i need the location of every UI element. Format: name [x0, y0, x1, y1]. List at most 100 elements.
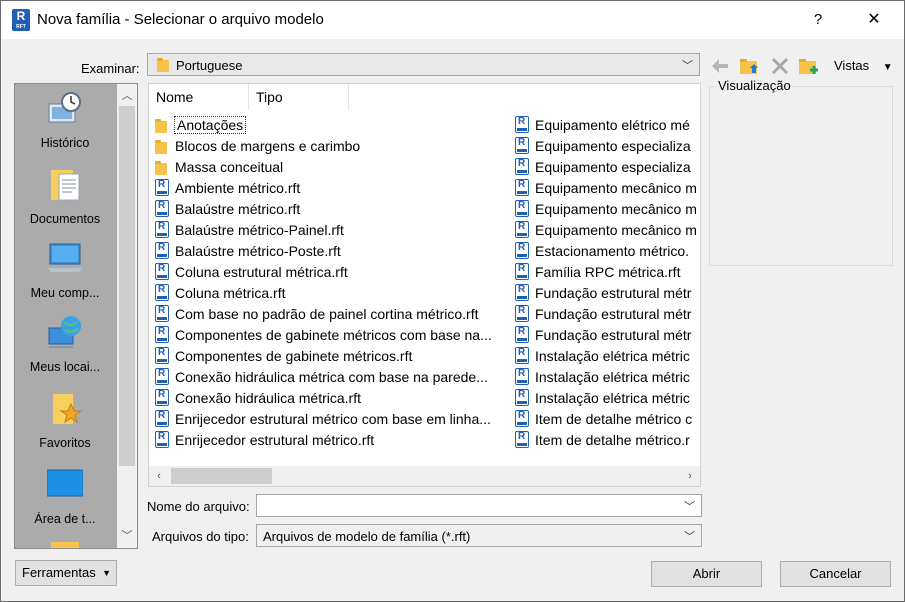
back-arrow-icon[interactable]: [709, 56, 731, 76]
rft-file-icon: [155, 263, 171, 281]
file-list-item[interactable]: Instalação elétrica métric: [515, 346, 700, 366]
file-name: Instalação elétrica métric: [535, 369, 690, 385]
file-name: Anotações: [173, 116, 247, 134]
title-bar: R RFT Nova família - Selecionar o arquivo…: [1, 1, 904, 39]
file-list-item[interactable]: Anotações: [155, 115, 511, 135]
file-list-item[interactable]: Fundação estrutural métr: [515, 283, 700, 303]
cancel-button[interactable]: Cancelar: [780, 561, 891, 587]
open-button[interactable]: Abrir: [651, 561, 762, 587]
file-name: Balaústre métrico-Painel.rft: [175, 222, 344, 238]
file-list-item[interactable]: Balaústre métrico-Poste.rft: [155, 241, 511, 261]
lookin-combobox[interactable]: Portuguese ﹀: [147, 53, 700, 76]
file-list-item[interactable]: Fundação estrutural métr: [515, 304, 700, 324]
close-button[interactable]: ✕: [861, 8, 887, 32]
rft-file-icon: [155, 326, 171, 344]
file-list-item[interactable]: Item de detalhe métrico c: [515, 409, 700, 429]
file-list-item[interactable]: Enrijecedor estrutural métrico com base …: [155, 409, 511, 429]
scrollbar-thumb[interactable]: [119, 106, 135, 466]
rft-file-icon: [515, 431, 531, 449]
places-bar: Histórico Documentos Meu comp... Meus lo…: [14, 83, 138, 549]
file-list-item[interactable]: Componentes de gabinete métricos com bas…: [155, 325, 511, 345]
place-label: Histórico: [40, 136, 90, 150]
file-list-item[interactable]: Balaústre métrico-Painel.rft: [155, 220, 511, 240]
new-folder-icon[interactable]: [798, 56, 820, 76]
places-scrollbar[interactable]: ︿ ﹀: [117, 84, 137, 548]
file-list-item[interactable]: Balaústre métrico.rft: [155, 199, 511, 219]
rft-file-icon: [515, 305, 531, 323]
rft-file-icon: [155, 347, 171, 365]
computer-icon: [47, 240, 83, 276]
rft-file-icon: [155, 284, 171, 302]
favorites-icon: [47, 390, 83, 426]
file-name: Fundação estrutural métr: [535, 306, 692, 322]
file-name: Instalação elétrica métric: [535, 348, 690, 364]
lookin-label: Examinar:: [81, 61, 140, 76]
place-documents[interactable]: Documentos: [15, 166, 115, 226]
file-list-item[interactable]: Blocos de margens e carimbo: [155, 136, 511, 156]
rft-file-icon: [155, 368, 171, 386]
file-name: Coluna estrutural métrica.rft: [175, 264, 348, 280]
help-button[interactable]: ?: [806, 8, 830, 32]
dropdown-arrow-icon: ▼: [102, 568, 111, 578]
file-list-item[interactable]: Equipamento elétrico mé: [515, 115, 700, 135]
up-folder-icon[interactable]: [739, 56, 761, 76]
rft-file-icon: [515, 284, 531, 302]
chevron-down-icon: ﹀: [684, 531, 695, 543]
place-computer[interactable]: Meu comp...: [15, 240, 115, 300]
file-list-item[interactable]: Equipamento especializa: [515, 136, 700, 156]
file-list-item[interactable]: Instalação elétrica métric: [515, 367, 700, 387]
scroll-left-icon[interactable]: ‹: [149, 466, 169, 486]
tools-menu-button[interactable]: Ferramentas ▼: [15, 560, 117, 586]
rft-file-icon: [515, 263, 531, 281]
scrollbar-thumb[interactable]: [171, 468, 272, 484]
file-list-item[interactable]: Enrijecedor estrutural métrico.rft: [155, 430, 511, 450]
file-list-item[interactable]: Ambiente métrico.rft: [155, 178, 511, 198]
place-label: Área de t...: [34, 512, 96, 526]
rft-file-icon: [155, 242, 171, 260]
file-list-item[interactable]: Conexão hidráulica métrica com base na p…: [155, 367, 511, 387]
place-desktop[interactable]: Área de t...: [15, 466, 115, 526]
file-list-item[interactable]: Item de detalhe métrico.r: [515, 430, 700, 450]
rft-file-icon: [515, 368, 531, 386]
place-label: Favoritos: [39, 436, 91, 450]
file-list-item[interactable]: Estacionamento métrico.: [515, 241, 700, 261]
file-list-item[interactable]: Equipamento mecânico m: [515, 178, 700, 198]
file-list-item[interactable]: Família RPC métrica.rft: [515, 262, 700, 282]
file-list-item[interactable]: Instalação elétrica métric: [515, 388, 700, 408]
file-name: Conexão hidráulica métrica.rft: [175, 390, 361, 406]
views-menu-button[interactable]: Vistas ▼: [834, 58, 893, 73]
place-network[interactable]: Meus locai...: [15, 314, 115, 374]
filetype-combobox[interactable]: Arquivos de modelo de família (*.rft) ﹀: [256, 524, 702, 547]
file-list-item[interactable]: Equipamento mecânico m: [515, 199, 700, 219]
scroll-up-icon[interactable]: ︿: [117, 86, 137, 106]
file-list-item[interactable]: Componentes de gabinete métricos.rft: [155, 346, 511, 366]
file-list-item[interactable]: Coluna estrutural métrica.rft: [155, 262, 511, 282]
file-name: Enrijecedor estrutural métrico.rft: [175, 432, 375, 448]
place-label: Documentos: [29, 212, 101, 226]
rft-file-icon: [155, 410, 171, 428]
file-list-item[interactable]: Com base no padrão de painel cortina mét…: [155, 304, 511, 324]
rft-file-icon: [515, 221, 531, 239]
horizontal-scrollbar[interactable]: ‹ ›: [149, 466, 700, 486]
file-name: Item de detalhe métrico c: [535, 411, 693, 427]
place-favorites[interactable]: Favoritos: [15, 390, 115, 450]
rft-file-icon: [515, 158, 531, 176]
revit-app-icon: R RFT: [12, 9, 30, 31]
place-history[interactable]: Histórico: [15, 90, 115, 150]
file-list-item[interactable]: Massa conceitual: [155, 157, 511, 177]
file-list-item[interactable]: Equipamento especializa: [515, 157, 700, 177]
delete-icon[interactable]: [769, 56, 791, 76]
column-header-type[interactable]: Tipo: [249, 84, 349, 110]
file-list-item[interactable]: Equipamento mecânico m: [515, 220, 700, 240]
filename-combobox[interactable]: ﹀: [256, 494, 702, 517]
column-header-name[interactable]: Nome: [149, 84, 249, 110]
file-name: Item de detalhe métrico.r: [535, 432, 690, 448]
rft-file-icon: [515, 326, 531, 344]
file-list[interactable]: Nome Tipo Anotações Blocos de margens e c…: [148, 83, 701, 487]
file-list-item[interactable]: Conexão hidráulica métrica.rft: [155, 388, 511, 408]
file-list-item[interactable]: Fundação estrutural métr: [515, 325, 700, 345]
file-name: Estacionamento métrico.: [535, 243, 690, 259]
scroll-right-icon[interactable]: ›: [680, 466, 700, 486]
scroll-down-icon[interactable]: ﹀: [117, 526, 137, 546]
file-list-item[interactable]: Coluna métrica.rft: [155, 283, 511, 303]
